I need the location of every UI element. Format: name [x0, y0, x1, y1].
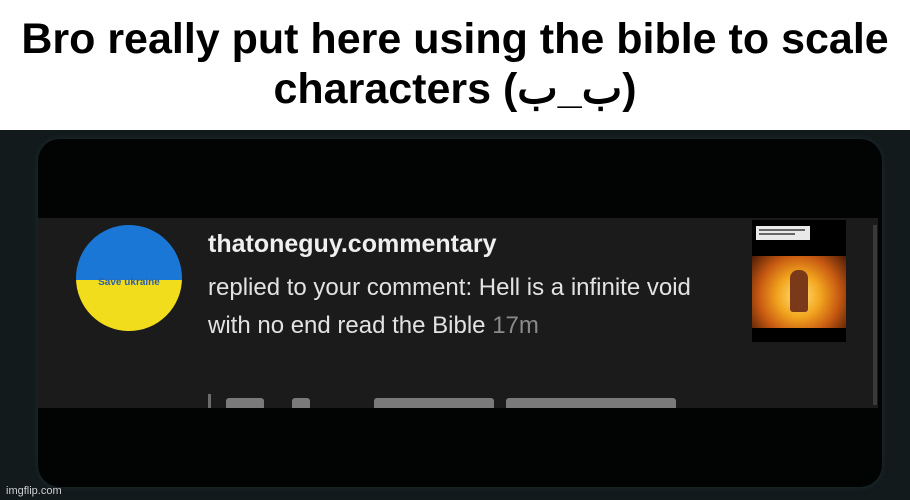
scrollbar[interactable]	[873, 225, 877, 405]
notification-message: replied to your comment: Hell is a infin…	[208, 274, 691, 339]
reply-preview-cutoff	[226, 398, 746, 408]
reply-indicator-line	[208, 394, 211, 408]
username[interactable]: thatoneguy.commentary	[208, 228, 496, 260]
meme-caption: Bro really put here using the bible to s…	[21, 15, 889, 113]
notification-text: replied to your comment: Hell is a infin…	[208, 269, 728, 345]
avatar-label: Save ukraine	[98, 277, 160, 288]
post-thumbnail[interactable]	[752, 220, 846, 342]
thumbnail-character	[790, 270, 808, 312]
thumbnail-text-banner	[756, 226, 810, 240]
caption-area: Bro really put here using the bible to s…	[0, 0, 910, 130]
flag-blue-stripe	[76, 225, 182, 280]
notification-time: 17m	[492, 312, 539, 339]
avatar[interactable]: Save ukraine	[76, 225, 182, 331]
watermark: imgflip.com	[6, 485, 62, 497]
